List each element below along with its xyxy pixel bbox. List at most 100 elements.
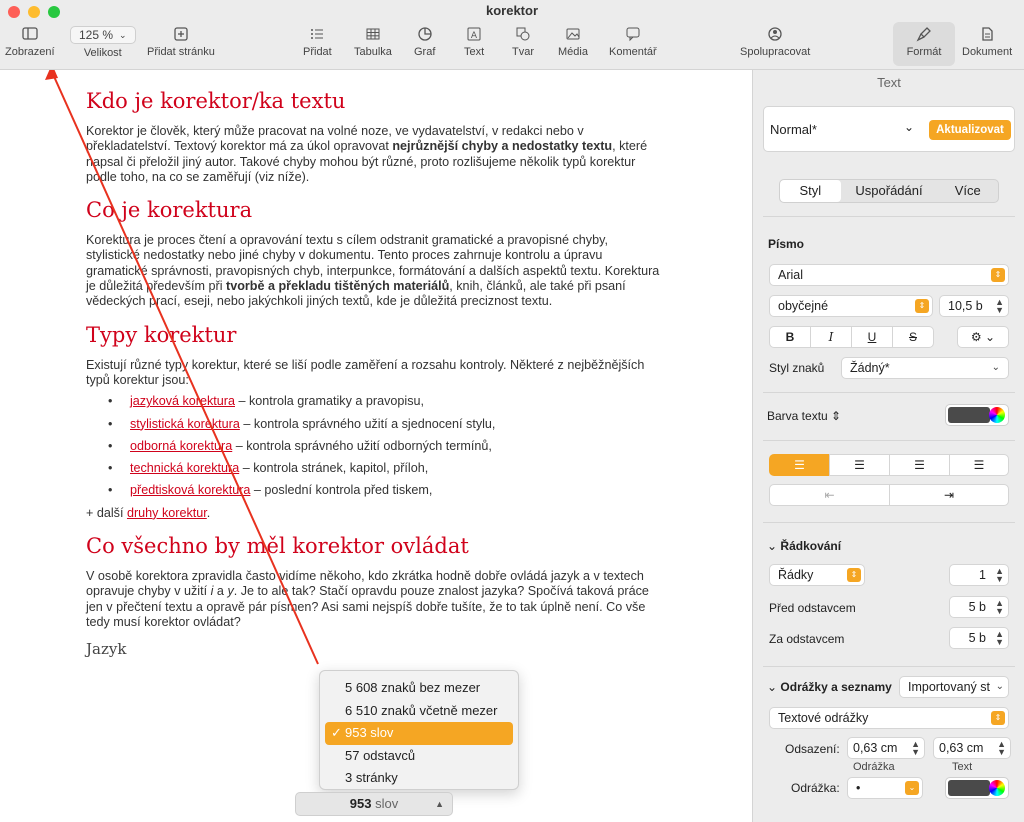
- bullet-color-well[interactable]: [945, 777, 1009, 799]
- before-paragraph-value: 5 b: [968, 600, 986, 614]
- wc-option-words-label: 953 slov: [345, 725, 394, 740]
- word-count-number: 953: [349, 796, 372, 811]
- char-style-value: Žádný*: [850, 361, 890, 375]
- char-style-select[interactable]: Žádný* ⌄: [841, 357, 1009, 379]
- bullet-indent-field[interactable]: 0,63 cm ▲ ▼: [847, 737, 925, 759]
- komentar-button[interactable]: Komentář: [609, 26, 657, 58]
- dokument-button[interactable]: Dokument: [962, 26, 1012, 58]
- increase-indent-button[interactable]: ⇥: [889, 484, 1009, 506]
- list-item-text: – kontrola správného užití odborných ter…: [232, 438, 492, 453]
- wc-option-chars-no-spaces[interactable]: 5 608 znaků bez mezer: [325, 677, 513, 700]
- bullets-section[interactable]: ⌄ Odrážky a seznamy: [767, 680, 892, 694]
- format-button[interactable]: Formát: [893, 22, 955, 66]
- chevron-down-icon: ⌄: [905, 781, 919, 795]
- more-types-line: + další druhy korektur.: [86, 506, 661, 521]
- sidebar-title: Text: [877, 75, 901, 90]
- text-color-label[interactable]: Barva textu ⇕: [767, 409, 841, 423]
- graf-button[interactable]: Graf: [414, 26, 435, 58]
- wc-option-pages[interactable]: 3 stránky: [325, 767, 513, 790]
- list-item-text: – poslední kontrola před tiskem,: [250, 483, 433, 498]
- bullet-char-select[interactable]: • ⌄: [847, 777, 923, 799]
- word-count-button[interactable]: 953 slov ▲▼: [295, 792, 453, 822]
- zobrazeni-label: Zobrazení: [5, 46, 55, 58]
- media-button[interactable]: Média: [558, 26, 588, 58]
- list-style-select[interactable]: Importovaný st ⌄: [899, 676, 1009, 698]
- italic-button[interactable]: I: [810, 326, 852, 348]
- stepper-icon[interactable]: ▲ ▼: [997, 740, 1006, 757]
- line-spacing-title: Řádkování: [780, 539, 842, 553]
- list-style-value: Importovaný st: [908, 680, 990, 694]
- before-paragraph-field[interactable]: 5 b ▲ ▼: [949, 596, 1009, 618]
- text-indent-value: 0,63 cm: [939, 741, 984, 755]
- wc-option-paragraphs[interactable]: 57 odstavců: [325, 745, 513, 768]
- decrease-indent-button[interactable]: ⇤: [769, 484, 890, 506]
- list-item-link[interactable]: stylistická korektura: [130, 417, 240, 431]
- add-page-icon: [174, 27, 188, 41]
- align-left-button[interactable]: ☰: [769, 454, 830, 476]
- zobrazeni-button[interactable]: Zobrazení: [5, 26, 55, 58]
- velikost-control[interactable]: 125 % ⌄ Velikost: [70, 26, 136, 59]
- update-style-button[interactable]: Aktualizovat: [929, 120, 1011, 140]
- justify-button[interactable]: ☰: [949, 454, 1009, 476]
- font-size-field[interactable]: 10,5 b ▲ ▼: [939, 295, 1009, 317]
- druhy-korektur-link[interactable]: druhy korektur: [127, 506, 207, 520]
- collaborate-icon: [768, 27, 782, 41]
- tab-vice[interactable]: Více: [937, 180, 998, 202]
- advanced-options-button[interactable]: ⚙ ⌄: [957, 326, 1009, 348]
- color-wheel-icon[interactable]: [989, 780, 1005, 796]
- tab-styl[interactable]: Styl: [780, 180, 841, 202]
- format-sidebar: Text Normal* ⌄ Aktualizovat Styl Uspořád…: [752, 70, 1024, 822]
- before-paragraph-label: Před odstavcem: [769, 601, 856, 615]
- pridat-stranku-button[interactable]: Přidat stránku: [147, 26, 215, 58]
- color-wheel-icon[interactable]: [989, 407, 1005, 423]
- align-right-button[interactable]: ☰: [889, 454, 950, 476]
- pridat-button[interactable]: Přidat: [303, 26, 332, 58]
- tvar-button[interactable]: Tvar: [512, 26, 534, 58]
- tabulka-button[interactable]: Tabulka: [354, 26, 392, 58]
- after-paragraph-field[interactable]: 5 b ▲ ▼: [949, 627, 1009, 649]
- list-item-text: – kontrola správného užití a sjednocení …: [239, 416, 496, 431]
- underline-button[interactable]: U: [851, 326, 893, 348]
- paragraph-3: Existují různé typy korektur, které se l…: [86, 357, 645, 387]
- paragraph-2: Korektura je proces čtení a opravování t…: [86, 233, 661, 309]
- text-color-well[interactable]: [945, 404, 1009, 426]
- chevron-down-icon[interactable]: ⌄: [904, 120, 914, 134]
- line-spacing-value-field[interactable]: 1 ▲ ▼: [949, 564, 1009, 586]
- text-button[interactable]: A Text: [464, 26, 484, 58]
- stepper-icon[interactable]: ▲ ▼: [995, 599, 1004, 616]
- font-weight-select[interactable]: obyčejné ⇕: [769, 295, 933, 317]
- line-spacing-section[interactable]: ⌄ Řádkování: [767, 539, 841, 553]
- list-item-link[interactable]: technická korektura: [130, 461, 239, 475]
- up-down-icon: ⇕: [847, 568, 861, 582]
- wc-option-chars-with-spaces[interactable]: 6 510 znaků včetně mezer: [325, 700, 513, 723]
- media-icon: [566, 28, 580, 40]
- divider: [763, 522, 1015, 523]
- indent-label: Odsazení:: [785, 742, 840, 756]
- list-item: technická korektura – kontrola stránek, …: [108, 461, 661, 477]
- list-item: stylistická korektura – kontrola správné…: [108, 416, 661, 433]
- stepper-icon[interactable]: ▲ ▼: [911, 740, 920, 757]
- font-family-select[interactable]: Arial ⇕: [769, 264, 1009, 286]
- zoom-select[interactable]: 125 % ⌄: [70, 26, 136, 44]
- list-item-link[interactable]: předtisková korektura: [130, 483, 250, 497]
- format-label: Formát: [906, 46, 942, 58]
- align-center-button[interactable]: ☰: [829, 454, 890, 476]
- more-suffix: .: [206, 505, 211, 520]
- line-spacing-type-select[interactable]: Řádky ⇕: [769, 564, 865, 586]
- list-item-link[interactable]: odborná korektura: [130, 439, 232, 453]
- stepper-icon[interactable]: ▲ ▼: [995, 298, 1004, 315]
- strikethrough-button[interactable]: S: [892, 326, 934, 348]
- spolupracovat-button[interactable]: Spolupracovat: [740, 26, 810, 58]
- tab-usporadani[interactable]: Uspořádání: [841, 180, 938, 202]
- stepper-icon[interactable]: ▲ ▼: [995, 630, 1004, 647]
- wc-option-words[interactable]: ✓ 953 slov: [325, 722, 513, 745]
- bold-button[interactable]: B: [769, 326, 811, 348]
- bullet-label: Odrážka:: [791, 781, 840, 795]
- stepper-icon[interactable]: ▲ ▼: [995, 567, 1004, 584]
- window-title: korektor: [485, 3, 539, 18]
- document-body[interactable]: Kdo je korektor/ka textu Korektor je člo…: [86, 88, 661, 658]
- chart-icon: [418, 27, 432, 41]
- bullet-type-select[interactable]: Textové odrážky ⇕: [769, 707, 1009, 729]
- list-item-link[interactable]: jazyková korektura: [130, 394, 235, 408]
- text-indent-field[interactable]: 0,63 cm ▲ ▼: [933, 737, 1011, 759]
